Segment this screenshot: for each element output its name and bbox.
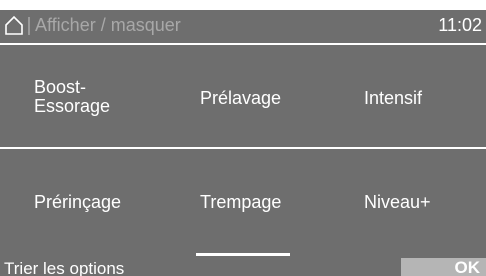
ok-button[interactable]: OK	[401, 258, 486, 276]
sort-options-button[interactable]: Trier les options	[4, 259, 124, 276]
option-prerincage[interactable]: Prérinçage	[34, 193, 121, 212]
header-divider	[0, 43, 486, 45]
option-boost-essorage[interactable]: Boost- Essorage	[34, 78, 154, 116]
option-prelavage[interactable]: Prélavage	[200, 89, 281, 108]
row-divider	[0, 147, 486, 149]
option-intensif[interactable]: Intensif	[364, 89, 422, 108]
clock: 11:02	[438, 15, 482, 35]
page-title: Afficher / masquer	[35, 15, 181, 35]
option-niveau-plus[interactable]: Niveau+	[364, 193, 431, 212]
page-indicator	[196, 253, 290, 256]
home-icon[interactable]	[4, 15, 24, 35]
title-separator	[28, 17, 30, 35]
bottom-bar: Trier les options OK	[0, 258, 486, 276]
top-bar: Afficher / masquer 11:02	[0, 10, 486, 43]
option-label-line1: Boost-	[34, 77, 87, 97]
option-trempage[interactable]: Trempage	[200, 193, 281, 212]
option-label-line2: Essorage	[34, 96, 111, 116]
display-screen: Afficher / masquer 11:02 Boost- Essorage…	[0, 10, 486, 276]
